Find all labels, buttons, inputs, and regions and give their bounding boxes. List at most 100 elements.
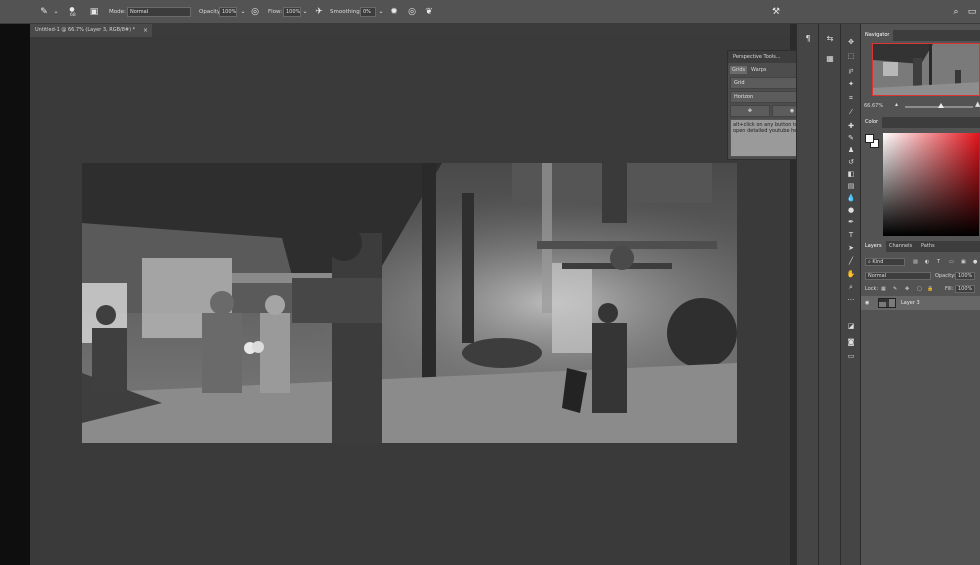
foreground-color-swatch[interactable] [865,134,874,143]
dodge-tool-icon[interactable]: ● [844,204,858,216]
horizon-label: Horizon [734,94,754,100]
document-tab[interactable]: Untitled-1 @ 66.7% (Layer 3, RGB/8#) * × [30,24,152,37]
brush-tool-icon[interactable]: ✎ [38,6,50,18]
airbrush-icon[interactable]: ✈ [313,6,325,18]
workspace-switcher-icon[interactable]: ▭ [966,6,978,18]
lock-transparent-icon[interactable]: ▦ [881,283,886,295]
document-tab-bar: Untitled-1 @ 66.7% (Layer 3, RGB/8#) * × [30,24,790,37]
blend-mode-select[interactable]: Normal [865,272,931,280]
brush-settings-icon[interactable]: ▣ [88,6,100,18]
color-tabstrip: Color [861,117,980,128]
zoom-slider-knob[interactable] [938,103,944,108]
options-bar: ✎ ⌄ ● 68 ▣ Mode: Normal Opacity: 100% ⌄ … [0,0,980,24]
eyedropper-icon[interactable]: ⁄ [844,106,858,118]
search-icon[interactable]: ⌕ [950,6,962,18]
navigator-thumbnail[interactable] [872,43,980,96]
filter-pixel-icon[interactable]: ▨ [913,256,918,268]
tab-layers[interactable]: Layers [861,241,886,252]
brush-size-value: 68 [70,13,76,18]
hand-tool-icon[interactable]: ✋ [844,268,858,280]
color-swatches-icon[interactable]: ◪ [844,320,858,332]
tab-navigator[interactable]: Navigator [861,30,894,41]
fill-field[interactable]: 100% [955,285,975,293]
marquee-tool-icon[interactable]: ⬚ [844,50,858,62]
lock-label: Lock: [865,286,879,292]
pen-tool-icon[interactable]: ✒ [844,216,858,228]
layer-opacity-field[interactable]: 100% [955,272,975,280]
fill-label: Fill: [945,286,954,292]
lock-pixels-icon[interactable]: ✎ [893,283,897,295]
zoom-out-icon[interactable]: ▴ [895,101,898,108]
lasso-tool-icon[interactable]: ℘ [844,64,858,76]
layer-row[interactable]: ◉ Layer 3 [861,296,980,310]
quick-select-icon[interactable]: ✦ [844,78,858,90]
mini-panel-column-1: ¶ [796,24,818,565]
eye-icon: ◉ [789,108,795,114]
move-tool-button[interactable]: ✥ [730,105,770,117]
layer-opacity-label: Opacity: [935,273,956,279]
blend-row: Normal Opacity: 100% [861,270,980,282]
line-tool-icon[interactable]: ╱ [844,255,858,267]
filter-toggle-icon[interactable]: ● [973,256,977,268]
filter-shape-icon[interactable]: ▭ [949,256,954,268]
flow-dropdown-icon[interactable]: ⌄ [299,6,311,18]
more-tools-icon[interactable]: ··· [844,294,858,306]
document-tab-title: Untitled-1 @ 66.7% (Layer 3, RGB/8#) * [35,27,136,33]
right-panel-dock: Navigator 66.67% ▴ ▲ Color Layers Channe… [860,24,980,565]
symmetry-icon[interactable]: ❦ [423,6,435,18]
photoshop-window: ✎ ⌄ ● 68 ▣ Mode: Normal Opacity: 100% ⌄ … [0,0,980,565]
perspective-panel-icon[interactable]: ▦ [823,52,837,66]
eraser-icon[interactable]: ◧ [844,168,858,180]
layers-tabstrip: Layers Channels Paths [861,241,980,252]
gear-icon[interactable]: ✹ [388,6,400,18]
screen-mode-icon[interactable]: ▭ [844,350,858,362]
zoom-in-icon[interactable]: ▲ [975,100,980,108]
toolbar: ✥ ⬚ ℘ ✦ ⌗ ⁄ ✚ ✎ ♟ ↺ ◧ ▤ 💧 ● ✒ T ➤ ╱ ✋ ⌕ … [840,24,860,565]
opacity-field[interactable]: 100% [219,7,237,17]
brush-tool-icon-active[interactable]: ✎ [844,132,858,144]
lock-position-icon[interactable]: ✥ [905,283,909,295]
close-icon[interactable]: × [143,24,148,37]
gradient-icon[interactable]: ▤ [844,180,858,192]
painting-image [82,163,737,443]
move-tool-icon[interactable]: ✥ [844,36,858,48]
smoothing-dropdown-icon[interactable]: ⌄ [375,6,387,18]
blur-tool-icon[interactable]: 💧 [844,192,858,204]
tab-color[interactable]: Color [861,117,883,128]
layer-kind-label: Kind [872,259,884,265]
visibility-eye-icon[interactable]: ◉ [865,296,869,310]
type-tool-icon[interactable]: T [844,229,858,241]
opacity-dropdown-icon[interactable]: ⌄ [237,6,249,18]
quick-mask-icon[interactable]: ◙ [844,336,858,348]
navigator-zoom-value[interactable]: 66.67% [864,103,883,109]
pressure-opacity-icon[interactable]: ◎ [249,6,261,18]
smoothing-label: Smoothing: [330,9,362,15]
adjustments-icon[interactable]: ⇆ [823,32,837,46]
navigator-tabstrip: Navigator [861,30,980,41]
filter-adjust-icon[interactable]: ◐ [925,256,929,268]
paragraph-icon[interactable]: ¶ [801,32,815,46]
filter-smart-icon[interactable]: ▣ [961,256,966,268]
tab-paths[interactable]: Paths [917,241,939,252]
smoothing-field[interactable]: 0% [360,7,376,17]
healing-brush-icon[interactable]: ✚ [844,120,858,132]
painting-canvas[interactable] [82,163,737,443]
tab-channels[interactable]: Channels [885,241,916,252]
mode-select[interactable]: Normal [127,7,191,17]
filter-type-icon[interactable]: T [937,256,940,268]
chevron-down-icon[interactable]: ⌄ [50,6,62,18]
clone-stamp-icon[interactable]: ♟ [844,144,858,156]
pressure-size-icon[interactable]: ◎ [406,6,418,18]
zoom-tool-icon[interactable]: ⌕ [844,281,858,293]
color-picker-field[interactable] [883,133,979,236]
layer-kind-select[interactable]: ⌕ Kind [865,258,905,266]
lock-all-icon[interactable]: 🔒 [927,283,933,295]
crop-tool-icon[interactable]: ⌗ [844,92,858,104]
tab-warps[interactable]: Warps [749,66,769,74]
tab-grids[interactable]: Grids [730,66,748,74]
history-brush-icon[interactable]: ↺ [844,156,858,168]
workspace-icon[interactable]: ⚒ [770,6,782,18]
path-select-icon[interactable]: ➤ [844,242,858,254]
navigator-preview [873,44,979,95]
lock-artboard-icon[interactable]: ▢ [917,283,922,295]
